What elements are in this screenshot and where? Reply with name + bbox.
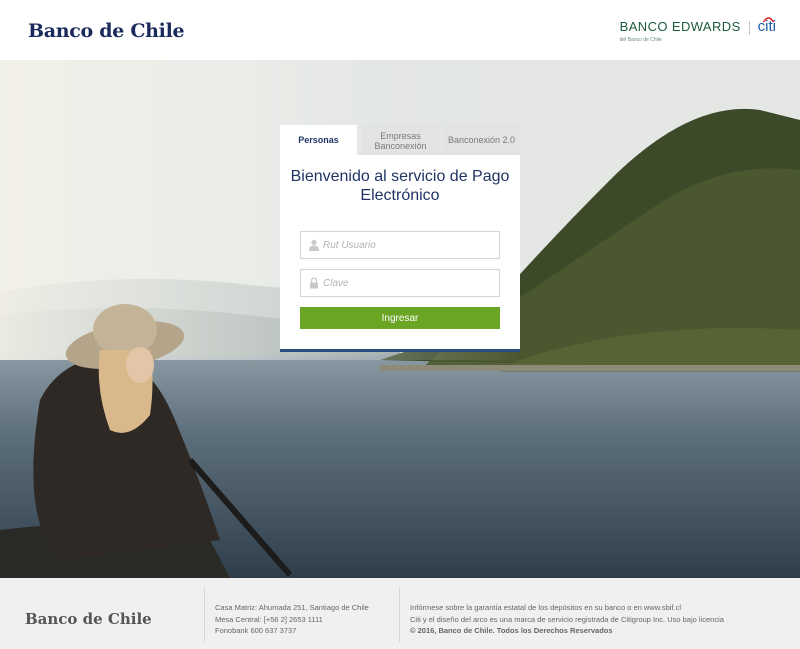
footer-divider <box>204 588 205 642</box>
banco-edwards-text: BANCO EDWARDS <box>619 19 741 34</box>
login-panel: Personas Empresas Banconexión Banconexió… <box>280 125 520 352</box>
banco-de-chile-logo[interactable]: Banco de Chile <box>28 20 185 42</box>
login-tabs: Personas Empresas Banconexión Banconexió… <box>280 125 520 155</box>
clave-input[interactable] <box>323 270 493 296</box>
footer-contact-info: Casa Matriz: Ahumada 251, Santiago de Ch… <box>215 602 369 637</box>
site-footer: Banco de Chile Casa Matriz: Ahumada 251,… <box>0 578 800 649</box>
footer-phone: Mesa Central: [+56 2] 2653 1111 <box>215 614 323 624</box>
rut-usuario-field[interactable] <box>300 231 500 259</box>
footer-fonobank: Fonobank 600 637 3737 <box>215 626 297 635</box>
tab-banconexion-2[interactable]: Banconexión 2.0 <box>443 125 520 155</box>
user-icon <box>309 239 319 251</box>
ingresar-button[interactable]: Ingresar <box>300 307 500 329</box>
footer-guarantee-notice[interactable]: Infórmese sobre la garantía estatal de l… <box>410 602 724 614</box>
footer-copyright: © 2016, Banco de Chile. Todos los Derech… <box>410 626 613 635</box>
rut-usuario-input[interactable] <box>323 232 493 258</box>
banco-edwards-subtext: del Banco de Chile <box>619 37 662 43</box>
partner-logos: BANCO EDWARDS del Banco de Chile citi <box>619 17 776 44</box>
citi-logo[interactable]: citi <box>758 17 776 34</box>
site-header: Banco de Chile BANCO EDWARDS del Banco d… <box>0 0 800 60</box>
login-card: Bienvenido al servicio de Pago Electróni… <box>280 155 520 352</box>
footer-banco-de-chile-logo: Banco de Chile <box>25 610 152 628</box>
logo-divider <box>748 21 750 35</box>
lock-icon <box>310 277 318 289</box>
footer-citi-notice: Citi y el diseño del arco es una marca d… <box>410 614 724 624</box>
footer-address: Casa Matriz: Ahumada 251, Santiago de Ch… <box>215 603 369 612</box>
footer-divider <box>399 588 400 642</box>
footer-legal-info: Infórmese sobre la garantía estatal de l… <box>410 602 724 637</box>
banco-edwards-logo[interactable]: BANCO EDWARDS del Banco de Chile <box>619 19 741 44</box>
tab-empresas-banconexion[interactable]: Empresas Banconexión <box>362 125 439 155</box>
tab-personas[interactable]: Personas <box>280 125 357 155</box>
welcome-title: Bienvenido al servicio de Pago Electróni… <box>290 168 510 204</box>
clave-field[interactable] <box>300 269 500 297</box>
citi-arc-icon <box>762 17 774 23</box>
